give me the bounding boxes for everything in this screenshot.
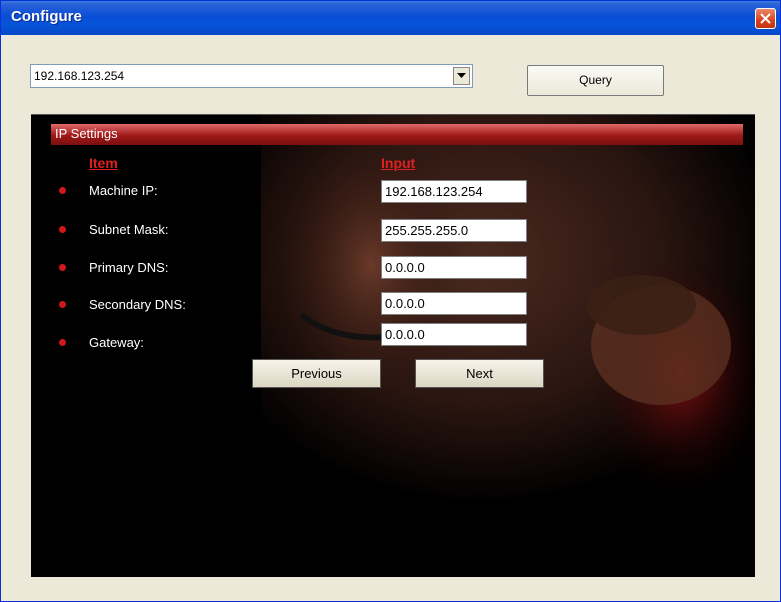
background-photo — [261, 115, 755, 525]
device-ip-dropdown[interactable]: 192.168.123.254 — [30, 64, 473, 88]
item-column-header: Item — [89, 155, 118, 171]
dropdown-arrow-button[interactable] — [453, 67, 470, 85]
window-title: Configure — [11, 8, 82, 25]
chevron-down-icon — [457, 73, 466, 78]
secondary-dns-input[interactable]: 0.0.0.0 — [381, 292, 527, 315]
close-icon — [760, 13, 771, 24]
previous-button[interactable]: Previous — [252, 359, 381, 388]
input-column-header: Input — [381, 155, 416, 171]
title-bar[interactable]: Configure — [1, 1, 780, 35]
bullet-icon — [59, 226, 66, 233]
ip-settings-header: IP Settings — [51, 124, 743, 145]
gateway-label: Gateway: — [89, 335, 144, 350]
bullet-icon — [59, 264, 66, 271]
machine-ip-input[interactable]: 192.168.123.254 — [381, 180, 527, 203]
subnet-mask-label: Subnet Mask: — [89, 222, 169, 237]
primary-dns-input[interactable]: 0.0.0.0 — [381, 256, 527, 279]
subnet-mask-input[interactable]: 255.255.255.0 — [381, 219, 527, 242]
close-button[interactable] — [755, 8, 776, 29]
gateway-input[interactable]: 0.0.0.0 — [381, 323, 527, 346]
ip-settings-panel: IP Settings Item Input Machine IP: 192.1… — [31, 114, 755, 577]
machine-ip-label: Machine IP: — [89, 183, 158, 198]
ip-settings-title: IP Settings — [55, 126, 118, 141]
secondary-dns-label: Secondary DNS: — [89, 297, 186, 312]
primary-dns-label: Primary DNS: — [89, 260, 169, 275]
next-button[interactable]: Next — [415, 359, 544, 388]
device-ip-value: 192.168.123.254 — [34, 69, 125, 83]
bullet-icon — [59, 339, 66, 346]
bullet-icon — [59, 301, 66, 308]
query-button[interactable]: Query — [527, 65, 664, 96]
bullet-icon — [59, 187, 66, 194]
configure-window: Configure 192.168.123.254 Query IP Setti… — [0, 0, 781, 602]
